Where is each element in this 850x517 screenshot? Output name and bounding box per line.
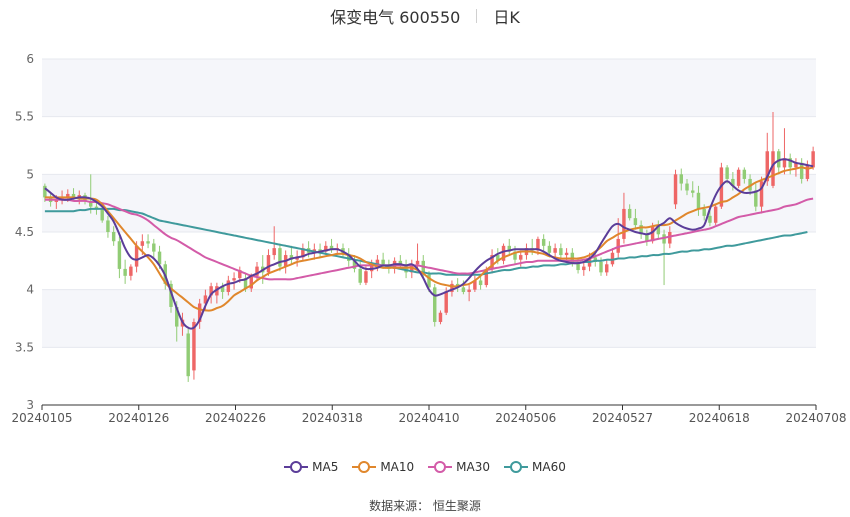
y-tick-label: 4.5 [15, 225, 34, 239]
candle-up [140, 241, 145, 246]
candle-down [478, 280, 483, 286]
candle-down [111, 232, 116, 242]
y-tick-label: 3 [26, 398, 34, 412]
candle-up [553, 248, 557, 253]
candle-up [272, 248, 276, 256]
candle-down [106, 220, 110, 232]
candle-down [461, 287, 466, 292]
candle-down [547, 245, 552, 253]
y-tick-label: 5.5 [15, 110, 34, 124]
candle-down [123, 268, 127, 276]
x-tick-label: 20240708 [785, 411, 846, 425]
candle-up [134, 245, 139, 267]
x-tick-label: 20240506 [495, 411, 556, 425]
candle-down [117, 241, 122, 269]
legend-item-ma30[interactable]: MA30 [428, 460, 490, 474]
candle-up [364, 271, 368, 283]
candle-down [541, 238, 546, 246]
candle-up [129, 266, 133, 276]
legend-marker-ma60 [504, 460, 529, 474]
candle-down [100, 208, 104, 221]
candle-up [605, 264, 609, 273]
candle-up [226, 280, 231, 292]
candle-down [152, 243, 156, 252]
candle-down [696, 192, 701, 209]
candle-up [232, 278, 236, 281]
legend-marker-ma5 [284, 460, 309, 474]
candle-down [799, 162, 804, 179]
y-tick-label: 5 [26, 167, 34, 181]
candle-up [467, 289, 471, 292]
candle-down [381, 259, 385, 265]
candle-up [736, 169, 741, 186]
candle-down [559, 248, 563, 256]
chart-legend: MA5 MA10 MA30 MA60 [0, 457, 850, 477]
candlestick-chart: 3 3.5 4 4.5 5 5.5 6 20240105 20240126 20240226 202… [11, 52, 846, 425]
candle-up [415, 260, 420, 265]
candle-up [444, 291, 448, 313]
legend-marker-ma10 [352, 460, 377, 474]
candle-down [708, 215, 712, 223]
legend-item-ma60[interactable]: MA60 [504, 460, 566, 474]
candle-down [685, 183, 689, 191]
candle-down [691, 190, 695, 193]
legend-label-ma60: MA60 [532, 460, 566, 474]
x-tick-label: 20240410 [398, 411, 459, 425]
candle-up [519, 255, 523, 260]
x-tick-label: 20240226 [205, 411, 266, 425]
candle-down [702, 208, 706, 216]
candle-up [673, 174, 678, 205]
legend-item-ma10[interactable]: MA10 [352, 460, 414, 474]
candle-down [358, 268, 362, 283]
candle-down [742, 169, 747, 179]
candle-up [438, 312, 443, 322]
candle-down [599, 261, 603, 273]
candle-down [186, 333, 190, 377]
candle-down [278, 248, 282, 267]
candle-down [679, 174, 683, 184]
candle-down [627, 208, 632, 219]
x-tick-label: 20240318 [302, 411, 363, 425]
candle-down [633, 218, 638, 226]
candle-up [811, 151, 815, 168]
grid-band [42, 289, 816, 348]
candle-up [805, 165, 810, 179]
x-tick-label: 20240527 [592, 411, 653, 425]
x-tick-label: 20240126 [108, 411, 169, 425]
candle-down [725, 167, 729, 179]
legend-marker-ma30 [428, 460, 453, 474]
y-tick-label: 4 [26, 283, 34, 297]
candle-up [582, 266, 586, 271]
candle-up [713, 206, 718, 223]
grid-band [42, 59, 816, 117]
y-tick-label: 6 [26, 52, 34, 66]
legend-label-ma10: MA10 [380, 460, 415, 474]
legend-label-ma30: MA30 [456, 460, 491, 474]
x-tick-label: 20240105 [11, 411, 72, 425]
candle-down [146, 241, 150, 244]
candle-up [266, 255, 271, 273]
y-tick-label: 3.5 [15, 340, 34, 354]
candle-down [433, 287, 437, 322]
source-value: 恒生聚源 [432, 499, 481, 513]
x-tick-label: 20240618 [689, 411, 750, 425]
candle-up [622, 208, 626, 239]
candle-down [43, 185, 47, 198]
source-label: 数据来源： [369, 499, 430, 513]
candle-up [564, 252, 569, 256]
legend-label-ma5: MA5 [312, 460, 339, 474]
legend-item-ma5[interactable]: MA5 [284, 460, 338, 474]
data-source: 数据来源： 恒生聚源 [0, 497, 850, 514]
